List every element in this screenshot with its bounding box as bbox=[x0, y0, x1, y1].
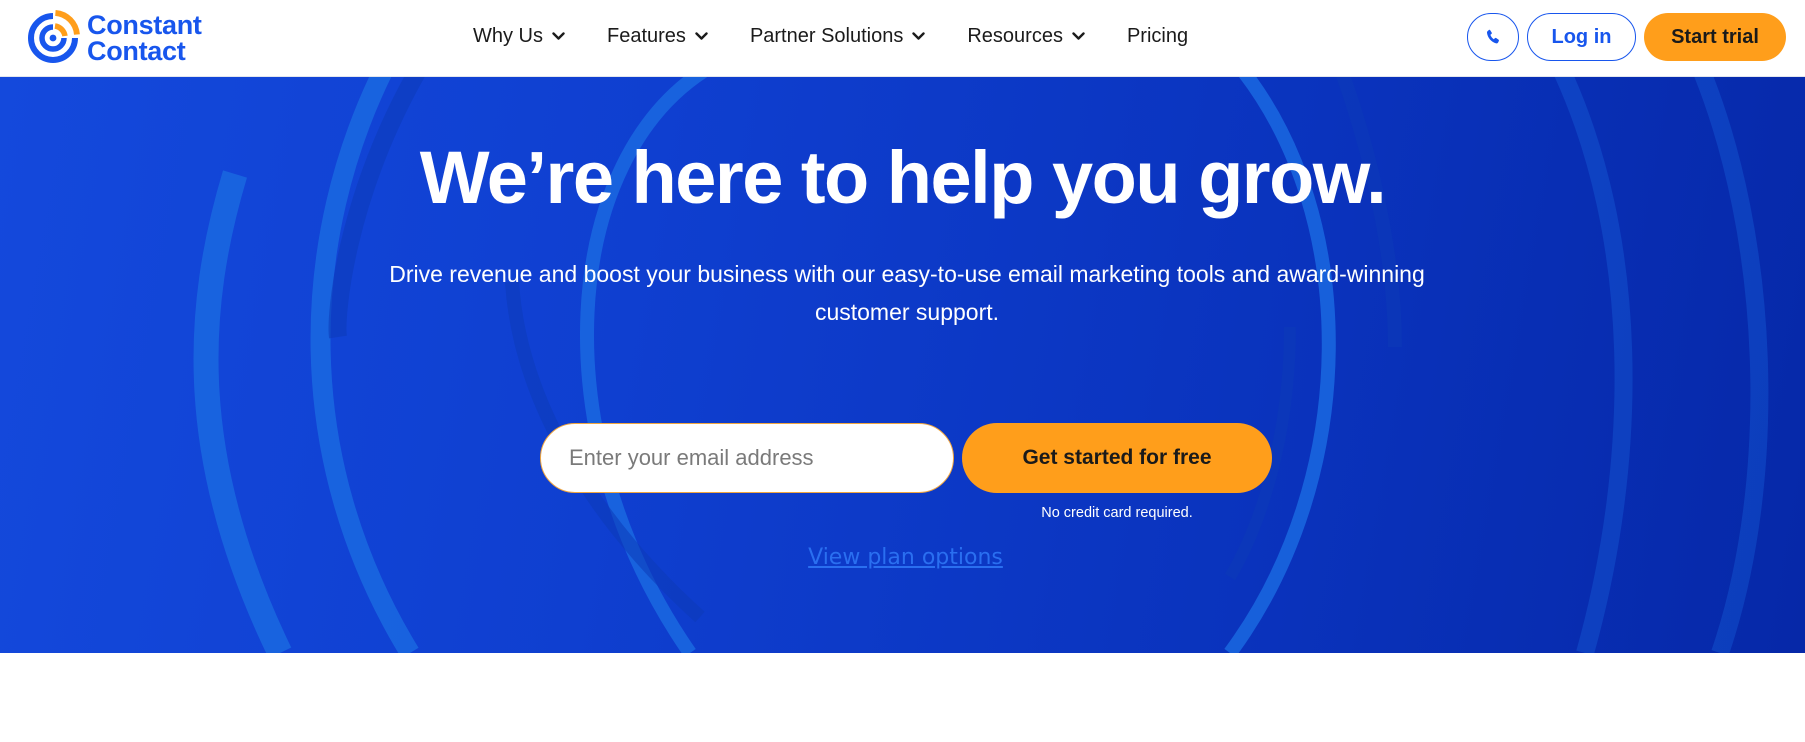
brand-name-line1: Constant bbox=[87, 10, 202, 40]
email-input[interactable] bbox=[540, 423, 954, 493]
brand-wordmark: Constant Contact bbox=[87, 10, 202, 66]
get-started-button[interactable]: Get started for free bbox=[962, 423, 1272, 493]
nav-item-resources[interactable]: Resources bbox=[967, 25, 1085, 48]
phone-icon bbox=[1486, 29, 1499, 44]
nav-item-partner-solutions[interactable]: Partner Solutions bbox=[749, 24, 926, 48]
hero-section: We’re here to help you grow. Drive reven… bbox=[0, 77, 1805, 653]
site-header: Constant Contact Why Us Features Partner… bbox=[0, 0, 1805, 77]
brand-logo[interactable]: Constant Contact bbox=[25, 8, 202, 68]
nav-item-label: Partner Solutions bbox=[749, 24, 904, 47]
brand-name-line2: Contact bbox=[87, 36, 186, 66]
chevron-down-icon bbox=[695, 31, 708, 40]
main-nav: Why Us Features Partner Solutions Resour… bbox=[473, 20, 1188, 52]
view-plan-options-link[interactable]: View plan options bbox=[808, 545, 1003, 570]
nav-item-label: Resources bbox=[967, 24, 1063, 47]
nav-item-features[interactable]: Features bbox=[607, 25, 708, 48]
start-trial-button[interactable]: Start trial bbox=[1644, 13, 1786, 61]
chevron-down-icon bbox=[912, 31, 926, 40]
hero-subtitle: Drive revenue and boost your business wi… bbox=[389, 261, 1425, 325]
constant-contact-logo-icon bbox=[28, 10, 80, 63]
phone-button[interactable] bbox=[1467, 13, 1519, 61]
nav-item-label: Why Us bbox=[473, 24, 543, 47]
chevron-down-icon bbox=[1072, 31, 1085, 40]
nav-item-label: Features bbox=[607, 24, 686, 47]
nav-item-label: Pricing bbox=[1126, 24, 1189, 47]
hero-title: We’re here to help you grow. bbox=[419, 136, 1387, 219]
chevron-down-icon bbox=[552, 31, 565, 40]
nav-item-why-us[interactable]: Why Us bbox=[473, 25, 565, 48]
nav-item-pricing[interactable]: Pricing bbox=[1127, 25, 1188, 48]
header-actions: Log in Start trial bbox=[1467, 13, 1786, 61]
login-button[interactable]: Log in bbox=[1527, 13, 1636, 61]
view-plan-options-link-row: View plan options bbox=[0, 545, 1805, 570]
no-credit-card-note: No credit card required. bbox=[1041, 505, 1193, 521]
